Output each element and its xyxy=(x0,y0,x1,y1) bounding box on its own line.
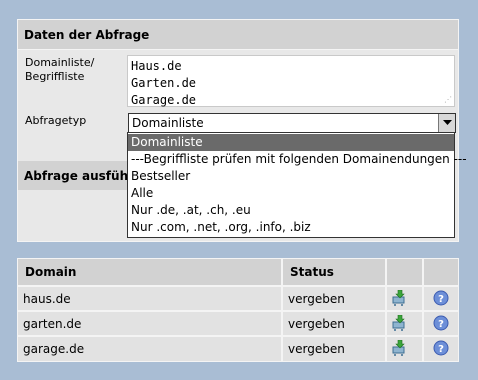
status-cell: vergeben xyxy=(288,292,345,306)
dropdown-button[interactable] xyxy=(438,114,455,132)
svg-text:?: ? xyxy=(438,294,444,305)
column-header-domain-label: Domain xyxy=(25,265,77,279)
dropdown-option[interactable]: Nur .com, .net, .org, .info, .biz xyxy=(128,219,454,236)
column-header-action xyxy=(387,259,422,285)
query-type-label: Abfragetyp xyxy=(25,114,87,127)
query-type-dropdown-list[interactable]: Domainliste ---Begriffliste prüfen mit f… xyxy=(127,132,467,238)
table-row: haus.de vergeben ? xyxy=(18,285,458,311)
textarea-line: Haus.de xyxy=(131,59,182,73)
query-panel-header: Daten der Abfrage xyxy=(18,20,458,50)
info-icon[interactable]: ? xyxy=(433,290,449,306)
domain-cell: garage.de xyxy=(23,342,85,356)
dropdown-option[interactable]: Bestseller xyxy=(128,168,454,185)
results-table: Domain Status haus.de vergeben ? garten.… xyxy=(17,258,459,362)
column-header-domain: Domain xyxy=(18,259,281,285)
cart-download-icon[interactable] xyxy=(391,290,407,306)
status-cell: vergeben xyxy=(288,342,345,356)
domain-label-line-2: Begriffliste xyxy=(25,70,85,83)
column-divider xyxy=(281,259,283,361)
status-cell: vergeben xyxy=(288,317,345,331)
domain-cell: garten.de xyxy=(23,317,82,331)
table-row: garten.de vergeben ? xyxy=(18,310,458,336)
column-header-info xyxy=(424,259,458,285)
column-divider xyxy=(422,259,424,361)
cart-download-icon[interactable] xyxy=(391,315,407,331)
query-type-selected-value: Domainliste xyxy=(132,116,204,130)
domain-cell: haus.de xyxy=(23,292,71,306)
domain-label-line-1: Domainliste/ xyxy=(25,56,95,69)
svg-text:?: ? xyxy=(438,319,444,330)
textarea-line: Garage.de xyxy=(131,93,197,107)
column-header-status: Status xyxy=(283,259,385,285)
column-header-status-label: Status xyxy=(290,265,334,279)
chevron-down-icon xyxy=(443,120,452,125)
domain-list-label: Domainliste/ Begriffliste xyxy=(25,56,117,84)
textarea-line: Garten.de xyxy=(131,76,197,90)
resize-grip-icon[interactable]: ⋰ xyxy=(444,96,452,104)
dropdown-option[interactable]: Alle xyxy=(128,185,454,202)
svg-text:?: ? xyxy=(438,344,444,355)
info-icon[interactable]: ? xyxy=(433,340,449,356)
domain-list-textarea[interactable]: Haus.de Garten.de Garage.de ⋰ xyxy=(127,55,455,107)
dropdown-option[interactable]: Nur .de, .at, .ch, .eu xyxy=(128,202,454,219)
column-divider xyxy=(385,259,387,361)
dropdown-option[interactable]: ---Begriffliste prüfen mit folgenden Dom… xyxy=(128,151,467,168)
dropdown-option[interactable]: Domainliste xyxy=(128,134,454,151)
query-panel-title: Daten der Abfrage xyxy=(24,28,150,42)
query-type-select[interactable]: Domainliste xyxy=(128,113,456,133)
info-icon[interactable]: ? xyxy=(433,315,449,331)
cart-download-icon[interactable] xyxy=(391,340,407,356)
table-row: garage.de vergeben ? xyxy=(18,335,458,361)
